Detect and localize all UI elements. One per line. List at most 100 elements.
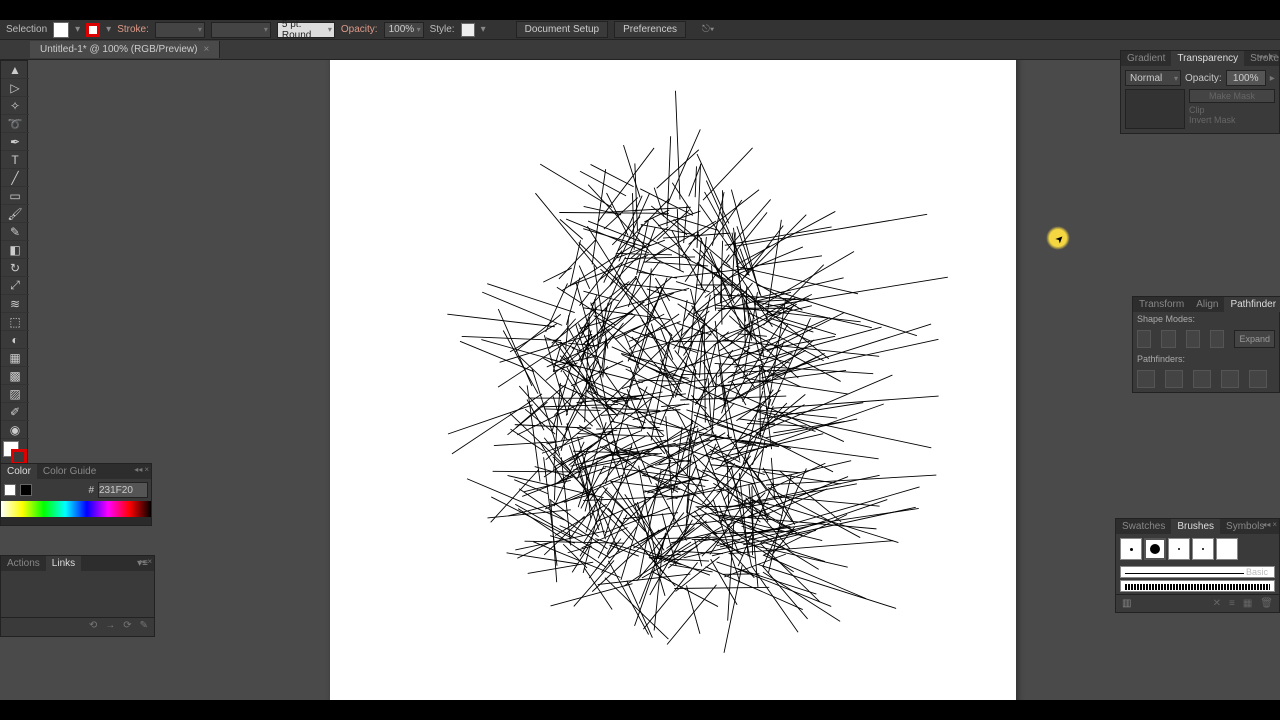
- collapse-icon[interactable]: ◂◂: [137, 557, 145, 566]
- blend-mode-dropdown[interactable]: Normal▾: [1125, 70, 1181, 86]
- artboard[interactable]: [330, 60, 1016, 700]
- opacity-dropdown[interactable]: 100%▾: [384, 22, 424, 38]
- opacity-input[interactable]: [1226, 70, 1266, 86]
- stroke-label: Stroke:: [117, 24, 149, 35]
- stroke-weight-dropdown[interactable]: ▾: [155, 22, 205, 38]
- free-transform-tool[interactable]: ⬚: [1, 313, 29, 331]
- art-brush-row[interactable]: [1120, 580, 1275, 592]
- stroke-mini-swatch[interactable]: [20, 484, 32, 496]
- tab-swatches[interactable]: Swatches: [1116, 519, 1171, 534]
- minus-front-icon[interactable]: [1161, 330, 1175, 348]
- fill-mini-swatch[interactable]: [4, 484, 16, 496]
- paintbrush-tool[interactable]: 🖌: [1, 205, 29, 223]
- intersect-icon[interactable]: [1186, 330, 1200, 348]
- transparency-panel: ◂◂▾≡ Gradient Transparency Stroke Normal…: [1120, 50, 1280, 134]
- pathfinders-label: Pathfinders:: [1133, 352, 1279, 366]
- type-tool[interactable]: T: [1, 151, 29, 169]
- opacity-stepper-icon[interactable]: ▸: [1270, 73, 1275, 84]
- document-setup-button[interactable]: Document Setup: [516, 21, 609, 38]
- tab-color-guide[interactable]: Color Guide: [37, 464, 102, 479]
- gradient-tool[interactable]: ▨: [1, 385, 29, 403]
- divide-icon[interactable]: [1137, 370, 1155, 388]
- remove-stroke-icon[interactable]: ✕: [1213, 598, 1221, 609]
- brush-thumb-4[interactable]: [1192, 538, 1214, 560]
- brush-library-icon[interactable]: ▥: [1122, 598, 1131, 609]
- collapse-icon[interactable]: ◂◂: [1258, 52, 1266, 61]
- expand-button[interactable]: Expand: [1234, 330, 1275, 348]
- eyedropper-tool[interactable]: ✐: [1, 403, 29, 421]
- width-tool[interactable]: ≋: [1, 295, 29, 313]
- tab-brushes[interactable]: Brushes: [1171, 519, 1220, 534]
- rectangle-tool[interactable]: ▭: [1, 187, 29, 205]
- make-mask-button[interactable]: Make Mask: [1189, 89, 1275, 103]
- scale-tool[interactable]: ⤢: [1, 277, 29, 295]
- tab-pathfinder[interactable]: Pathfinder: [1224, 297, 1280, 312]
- close-icon[interactable]: ×: [1272, 520, 1277, 529]
- pen-tool[interactable]: ✒: [1, 133, 29, 151]
- pencil-tool[interactable]: ✎: [1, 223, 29, 241]
- control-bar: Selection ▾ ▾ Stroke: ▾ ▾ 5 pt. Round▾ O…: [0, 20, 1280, 40]
- tab-transform[interactable]: Transform: [1133, 297, 1190, 312]
- variable-width-dropdown[interactable]: ▾: [211, 22, 271, 38]
- mesh-tool[interactable]: ▩: [1, 367, 29, 385]
- goto-link-icon[interactable]: →: [105, 620, 115, 631]
- stroke-swatch[interactable]: [86, 23, 100, 37]
- color-panel: ◂◂× Color Color Guide #: [0, 463, 152, 526]
- close-icon[interactable]: ▾≡: [1268, 52, 1277, 61]
- links-list: [1, 571, 154, 617]
- stroke-dropdown-arrow[interactable]: ▾: [106, 24, 111, 35]
- invert-mask-label: Invert Mask: [1189, 115, 1275, 125]
- rotate-tool[interactable]: ↻: [1, 259, 29, 277]
- tab-color[interactable]: Color: [1, 464, 37, 479]
- tab-actions[interactable]: Actions: [1, 556, 46, 571]
- shape-builder-tool[interactable]: ◐: [1, 331, 29, 349]
- new-brush-icon[interactable]: ▦: [1243, 598, 1252, 609]
- direct-selection-tool[interactable]: ▷: [1, 79, 29, 97]
- eraser-tool[interactable]: ◧: [1, 241, 29, 259]
- links-panel: ◂◂× Actions Links ▾≡ ⟲ → ⟳ ✎: [0, 555, 155, 637]
- tab-links[interactable]: Links: [46, 556, 81, 571]
- delete-brush-icon[interactable]: 🗑: [1260, 598, 1273, 609]
- merge-icon[interactable]: [1193, 370, 1211, 388]
- line-tool[interactable]: ╱: [1, 169, 29, 187]
- selection-tool[interactable]: ▲: [1, 61, 29, 79]
- magic-wand-tool[interactable]: ✧: [1, 97, 29, 115]
- basic-brush-row[interactable]: Basic: [1120, 566, 1275, 578]
- style-swatch[interactable]: [461, 23, 475, 37]
- fill-dropdown-arrow[interactable]: ▾: [75, 24, 80, 35]
- brush-thumb-2[interactable]: [1144, 538, 1166, 560]
- color-spectrum[interactable]: [1, 501, 151, 517]
- brush-thumb-5[interactable]: [1216, 538, 1238, 560]
- fill-swatch[interactable]: [53, 22, 69, 38]
- crop-icon[interactable]: [1221, 370, 1239, 388]
- close-icon[interactable]: ×: [144, 465, 149, 474]
- align-icon[interactable]: ⎋▾: [702, 24, 714, 35]
- trim-icon[interactable]: [1165, 370, 1183, 388]
- opacity-label: Opacity:: [341, 24, 378, 35]
- brush-thumb-3[interactable]: [1168, 538, 1190, 560]
- brush-thumb-1[interactable]: [1120, 538, 1142, 560]
- exclude-icon[interactable]: [1210, 330, 1224, 348]
- tab-align[interactable]: Align: [1190, 297, 1224, 312]
- canvas-area[interactable]: [30, 60, 1280, 700]
- hex-input[interactable]: [98, 482, 148, 498]
- collapse-icon[interactable]: ◂◂: [1262, 520, 1270, 529]
- preferences-button[interactable]: Preferences: [614, 21, 686, 38]
- tab-transparency[interactable]: Transparency: [1171, 51, 1244, 66]
- perspective-tool[interactable]: ▦: [1, 349, 29, 367]
- brush-options-icon[interactable]: ≡: [1229, 598, 1235, 609]
- relink-icon[interactable]: ⟲: [89, 620, 97, 631]
- lasso-tool[interactable]: ➰: [1, 115, 29, 133]
- style-dropdown-arrow[interactable]: ▾: [481, 24, 486, 35]
- collapse-icon[interactable]: ◂◂: [134, 465, 142, 474]
- edit-original-icon[interactable]: ✎: [140, 620, 148, 631]
- update-link-icon[interactable]: ⟳: [123, 620, 131, 631]
- outline-icon[interactable]: [1249, 370, 1267, 388]
- close-icon[interactable]: ×: [147, 557, 152, 566]
- tab-gradient[interactable]: Gradient: [1121, 51, 1171, 66]
- brush-dropdown[interactable]: 5 pt. Round▾: [277, 22, 335, 38]
- blend-tool[interactable]: ◉: [1, 421, 29, 439]
- unite-icon[interactable]: [1137, 330, 1151, 348]
- document-tab[interactable]: Untitled-1* @ 100% (RGB/Preview) ×: [30, 41, 220, 58]
- close-icon[interactable]: ×: [203, 44, 209, 55]
